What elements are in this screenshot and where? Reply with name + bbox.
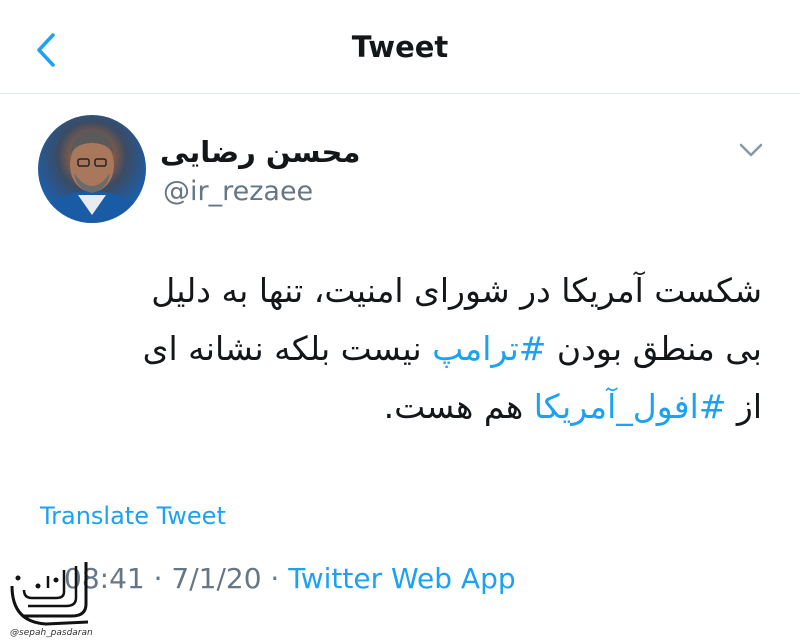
more-options-button[interactable] — [736, 138, 766, 162]
separator-dot: · — [144, 562, 172, 595]
top-bar: Tweet — [0, 0, 800, 94]
tweet-source-link[interactable]: Twitter Web App — [288, 562, 515, 595]
tweet-text-segment: شکست آمریکا در شورای امنیت، تنها به دلیل — [151, 271, 762, 310]
translate-tweet-link[interactable]: Translate Tweet — [40, 502, 226, 530]
tweet-text-segment: از — [726, 387, 762, 426]
tweet-text-segment: هم هست. — [383, 387, 534, 426]
tweet-line-2: بی منطق بودن #ترامپ نیست بلکه نشانه ای — [40, 320, 762, 378]
tweet-metadata: 08:41 · 7/1/20 · Twitter Web App — [64, 562, 516, 595]
page-title: Tweet — [351, 30, 449, 64]
tweet-text-segment: نیست بلکه نشانه ای — [142, 329, 433, 368]
tweet-text: شکست آمریکا در شورای امنیت، تنها به دلیل… — [40, 262, 762, 436]
tweet-date[interactable]: 7/1/20 — [171, 562, 261, 595]
avatar[interactable] — [38, 115, 146, 223]
hashtag-trump[interactable]: #ترامپ — [432, 329, 546, 368]
watermark-caption: @sepah_pasdaran — [10, 628, 93, 638]
author-handle[interactable]: @ir_rezaee — [163, 176, 313, 207]
tweet-line-1: شکست آمریکا در شورای امنیت، تنها به دلیل — [40, 262, 762, 320]
hashtag-decline-of-america[interactable]: #افول_آمریکا — [534, 387, 727, 426]
author-name[interactable]: محسن رضایی — [160, 135, 360, 169]
separator-dot: · — [261, 562, 289, 595]
tweet-line-3: از #افول_آمریکا هم هست. — [40, 378, 762, 436]
tweet-text-segment: بی منطق بودن — [546, 329, 762, 368]
chevron-down-icon — [739, 143, 763, 157]
